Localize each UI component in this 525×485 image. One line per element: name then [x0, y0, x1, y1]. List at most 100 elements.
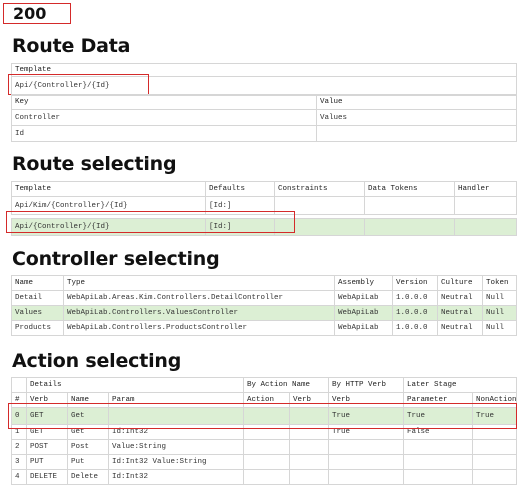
route-data-template-table: Template Api/{Controller}/{Id} — [11, 63, 517, 96]
column-header: Assembly — [334, 275, 393, 291]
table-cell — [243, 407, 291, 425]
template-value: Api/{Controller}/{Id} — [11, 76, 517, 96]
column-header: # — [11, 392, 27, 408]
table-cell: 1.0.0.0 — [392, 305, 438, 321]
table-cell: 1.0.0.0 — [392, 290, 438, 306]
table-cell: Value:String — [107, 439, 245, 455]
table-cell — [289, 424, 330, 440]
table-cell — [107, 407, 245, 425]
table-cell: 4 — [11, 469, 27, 485]
table-cell: 1 — [11, 424, 27, 440]
group-header: By HTTP Verb — [328, 377, 405, 393]
table-row-selected: Api/{Controller}/{Id} [Id:] — [11, 218, 517, 236]
table-cell: True — [328, 407, 405, 425]
table-cell: [Id:] — [205, 196, 275, 215]
status-code: 200 — [13, 4, 47, 23]
table-cell — [454, 196, 517, 215]
table-row-selected: Values WebApiLab.Controllers.ValuesContr… — [11, 305, 517, 321]
table-cell: Get — [67, 407, 109, 425]
table-cell: WebApiLab — [334, 320, 393, 336]
group-header: By Action Name — [243, 377, 330, 393]
table-cell: Id — [11, 125, 317, 142]
table-cell — [472, 439, 517, 455]
table-cell: GET — [26, 407, 68, 425]
table-cell — [274, 196, 365, 215]
table-cell: Post — [67, 439, 109, 455]
table-cell — [403, 454, 474, 470]
table-cell: GET — [26, 424, 68, 440]
column-header: Name — [67, 392, 109, 408]
table-cell — [243, 424, 291, 440]
column-header: Value — [316, 94, 517, 110]
table-cell: Id:Int32 — [107, 424, 245, 440]
table-cell: Neutral — [437, 305, 483, 321]
column-header: Verb — [328, 392, 405, 408]
table-cell: WebApiLab — [334, 290, 393, 306]
column-header: Action — [243, 392, 291, 408]
column-header: Version — [392, 275, 438, 291]
table-row: 1 GET Get Id:Int32 True False — [11, 424, 517, 440]
table-row: Controller Values — [11, 109, 517, 126]
group-header: Later Stage — [403, 377, 517, 393]
table-cell: Neutral — [437, 320, 483, 336]
column-header: Token — [482, 275, 517, 291]
table-cell — [289, 439, 330, 455]
column-header: Name — [11, 275, 64, 291]
controller-selecting-table: Name Type Assembly Version Culture Token… — [11, 275, 517, 336]
table-cell: True — [328, 424, 405, 440]
table-cell: WebApiLab.Controllers.ValuesController — [63, 305, 335, 321]
table-cell — [403, 469, 474, 485]
route-data-values-table: Key Value Controller Values Id — [11, 94, 517, 142]
column-header: Param — [107, 392, 245, 408]
route-data-heading: Route Data — [12, 35, 131, 57]
controller-selecting-heading: Controller selecting — [12, 248, 220, 270]
table-row: Api/Kim/{Controller}/{Id} [Id:] — [11, 196, 517, 215]
table-cell — [454, 218, 517, 236]
table-cell: False — [403, 424, 474, 440]
table-cell: True — [403, 407, 474, 425]
table-cell — [243, 469, 291, 485]
table-cell: DELETE — [26, 469, 68, 485]
table-cell: Values — [11, 305, 64, 321]
table-cell: Values — [316, 109, 517, 126]
column-header: Key — [11, 94, 317, 110]
table-row-selected: 0 GET Get True True True — [11, 407, 517, 425]
group-header: Details — [25, 377, 245, 393]
table-cell: 3 — [11, 454, 27, 470]
column-header: Parameter — [403, 392, 474, 408]
route-selecting-heading: Route selecting — [12, 153, 177, 175]
table-cell: [Id:] — [205, 218, 275, 236]
column-header: Handler — [454, 181, 517, 197]
column-header: Type — [63, 275, 335, 291]
table-cell: Null — [482, 305, 517, 321]
table-cell: Detail — [11, 290, 64, 306]
table-cell: Products — [11, 320, 64, 336]
table-cell: PUT — [26, 454, 68, 470]
column-header: Verb — [289, 392, 330, 408]
table-cell: Controller — [11, 109, 317, 126]
table-cell — [243, 439, 291, 455]
column-header: Template — [11, 181, 206, 197]
table-cell: Delete — [67, 469, 109, 485]
table-row: Products WebApiLab.Controllers.ProductsC… — [11, 320, 517, 336]
table-cell: WebApiLab — [334, 305, 393, 321]
table-cell: Id:Int32 Value:String — [107, 454, 245, 470]
table-cell: Neutral — [437, 290, 483, 306]
column-header — [11, 377, 27, 393]
column-header: Data Tokens — [364, 181, 455, 197]
column-header: NonAction — [472, 392, 517, 408]
table-cell — [328, 439, 405, 455]
table-cell: Id:Int32 — [107, 469, 245, 485]
table-cell: POST — [26, 439, 68, 455]
column-header: Constraints — [274, 181, 365, 197]
table-cell: WebApiLab.Controllers.ProductsController — [63, 320, 335, 336]
table-cell: Api/{Controller}/{Id} — [11, 218, 206, 236]
table-cell: 1.0.0.0 — [392, 320, 438, 336]
table-cell: True — [472, 407, 517, 425]
route-selecting-table: Template Defaults Constraints Data Token… — [11, 181, 517, 236]
table-cell — [472, 424, 517, 440]
table-row: Detail WebApiLab.Areas.Kim.Controllers.D… — [11, 290, 517, 306]
table-row: 3 PUT Put Id:Int32 Value:String — [11, 454, 517, 470]
action-selecting-table: Details By Action Name By HTTP Verb Late… — [11, 377, 517, 485]
table-row: 2 POST Post Value:String — [11, 439, 517, 455]
